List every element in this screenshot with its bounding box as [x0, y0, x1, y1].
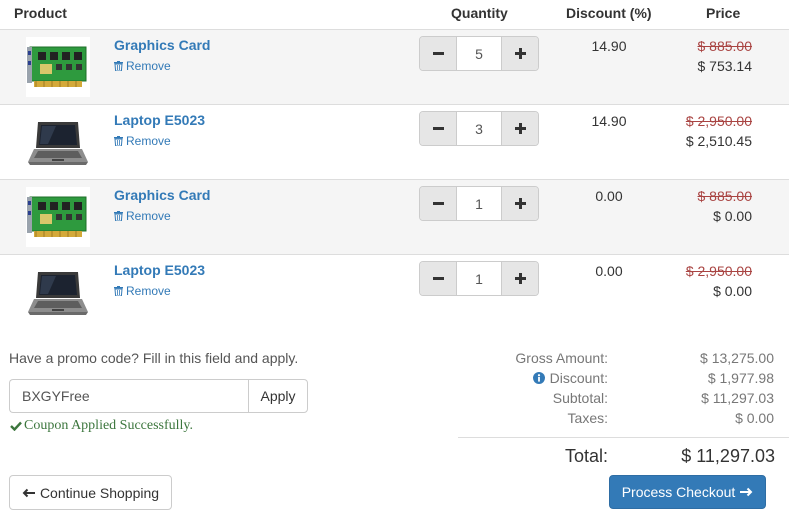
plus-icon — [514, 198, 526, 209]
discounted-price: $ 0.00 — [713, 283, 752, 299]
quantity-stepper: 1 — [419, 261, 539, 296]
gross-amount-label: Gross Amount: — [515, 350, 608, 366]
trash-icon — [114, 211, 123, 221]
table-row: Graphics Card Remove 5 14.90 $ 885.00 $ … — [0, 30, 789, 105]
decrease-button[interactable] — [420, 37, 456, 70]
minus-icon — [432, 52, 444, 55]
coupon-success-text: Coupon Applied Successfully. — [24, 418, 194, 433]
plus-icon — [514, 48, 526, 59]
original-price: $ 2,950.00 — [685, 263, 752, 279]
continue-shopping-button[interactable]: Continue Shopping — [9, 475, 172, 510]
table-row: Laptop E5023 Remove 1 0.00 $ 2,950.00 $ … — [0, 255, 789, 330]
product-name-link[interactable]: Laptop E5023 — [114, 262, 205, 278]
gross-amount-row: Gross Amount: $ 13,275.00 — [458, 350, 790, 370]
decrease-button[interactable] — [420, 262, 456, 295]
taxes-row: Taxes: $ 0.00 — [458, 410, 790, 430]
remove-label: Remove — [126, 134, 171, 148]
info-circle-icon[interactable] — [532, 372, 545, 384]
trash-icon — [114, 286, 123, 296]
original-price: $ 885.00 — [697, 38, 753, 54]
promo-code-input[interactable] — [9, 379, 248, 413]
laptop-image[interactable] — [26, 262, 90, 322]
quantity-stepper: 1 — [419, 186, 539, 221]
original-price: $ 885.00 — [697, 188, 753, 204]
remove-label: Remove — [126, 59, 171, 73]
header-price: Price — [706, 5, 741, 21]
minus-icon — [432, 277, 444, 280]
apply-button[interactable]: Apply — [248, 379, 308, 413]
process-checkout-label: Process Checkout — [621, 484, 736, 500]
taxes-label: Taxes: — [567, 410, 608, 426]
arrow-left-icon — [22, 488, 35, 497]
subtotal-label: Subtotal: — [552, 390, 608, 406]
discount-value: 14.90 — [591, 38, 627, 54]
promo-code-group: Apply — [9, 379, 308, 413]
discount-value: 14.90 — [591, 113, 627, 129]
remove-link[interactable]: Remove — [114, 284, 171, 298]
discount-label-group: Discount: — [532, 370, 608, 386]
total-label: Total: — [564, 446, 608, 466]
plus-icon — [514, 123, 526, 134]
increase-button[interactable] — [502, 112, 538, 145]
table-row: Graphics Card Remove 1 0.00 $ 885.00 $ 0… — [0, 180, 789, 255]
coupon-success-message: Coupon Applied Successfully. — [10, 418, 193, 434]
arrow-right-icon — [740, 487, 753, 497]
minus-icon — [432, 202, 444, 205]
trash-icon — [114, 61, 123, 71]
quantity-stepper: 3 — [419, 111, 539, 146]
total-value: $ 11,297.03 — [681, 446, 775, 466]
discount-row: Discount: $ 1,977.98 — [458, 370, 790, 390]
subtotal-row: Subtotal: $ 11,297.03 — [458, 390, 790, 410]
quantity-input[interactable]: 5 — [456, 37, 502, 70]
product-name-link[interactable]: Laptop E5023 — [114, 112, 205, 128]
subtotal-value: $ 11,297.03 — [701, 390, 774, 406]
header-product: Product — [14, 5, 67, 21]
decrease-button[interactable] — [420, 112, 456, 145]
totals-divider — [458, 437, 789, 438]
graphics-card-image[interactable] — [26, 37, 90, 97]
quantity-input[interactable]: 3 — [456, 112, 502, 145]
check-icon — [10, 421, 22, 431]
remove-link[interactable]: Remove — [114, 209, 171, 223]
process-checkout-button[interactable]: Process Checkout — [609, 475, 766, 509]
original-price: $ 2,950.00 — [685, 113, 752, 129]
laptop-image[interactable] — [26, 112, 90, 172]
discount-total-value: $ 1,977.98 — [707, 370, 774, 386]
discount-label: Discount: — [549, 370, 608, 386]
discount-value: 0.00 — [595, 188, 623, 204]
table-header: Product Quantity Discount (%) Price — [0, 0, 789, 30]
minus-icon — [432, 127, 444, 130]
quantity-input[interactable]: 1 — [456, 262, 502, 295]
header-quantity: Quantity — [451, 5, 508, 21]
product-name-link[interactable]: Graphics Card — [114, 187, 210, 203]
continue-shopping-label: Continue Shopping — [39, 484, 160, 501]
product-name-link[interactable]: Graphics Card — [114, 37, 210, 53]
quantity-stepper: 5 — [419, 36, 539, 71]
cart-table: Product Quantity Discount (%) Price Grap… — [0, 0, 789, 330]
discounted-price: $ 2,510.45 — [685, 133, 752, 149]
remove-link[interactable]: Remove — [114, 134, 171, 148]
quantity-input[interactable]: 1 — [456, 187, 502, 220]
trash-icon — [114, 136, 123, 146]
plus-icon — [514, 273, 526, 284]
table-row: Laptop E5023 Remove 3 14.90 $ 2,950.00 $… — [0, 105, 789, 180]
remove-label: Remove — [126, 284, 171, 298]
discount-value: 0.00 — [595, 263, 623, 279]
remove-link[interactable]: Remove — [114, 59, 171, 73]
discounted-price: $ 753.14 — [697, 58, 753, 74]
increase-button[interactable] — [502, 187, 538, 220]
header-discount: Discount (%) — [566, 5, 652, 21]
gross-amount-value: $ 13,275.00 — [700, 350, 774, 366]
remove-label: Remove — [126, 209, 171, 223]
promo-code-label: Have a promo code? Fill in this field an… — [9, 350, 299, 366]
increase-button[interactable] — [502, 262, 538, 295]
discounted-price: $ 0.00 — [713, 208, 752, 224]
decrease-button[interactable] — [420, 187, 456, 220]
taxes-value: $ 0.00 — [735, 410, 774, 426]
increase-button[interactable] — [502, 37, 538, 70]
graphics-card-image[interactable] — [26, 187, 90, 247]
